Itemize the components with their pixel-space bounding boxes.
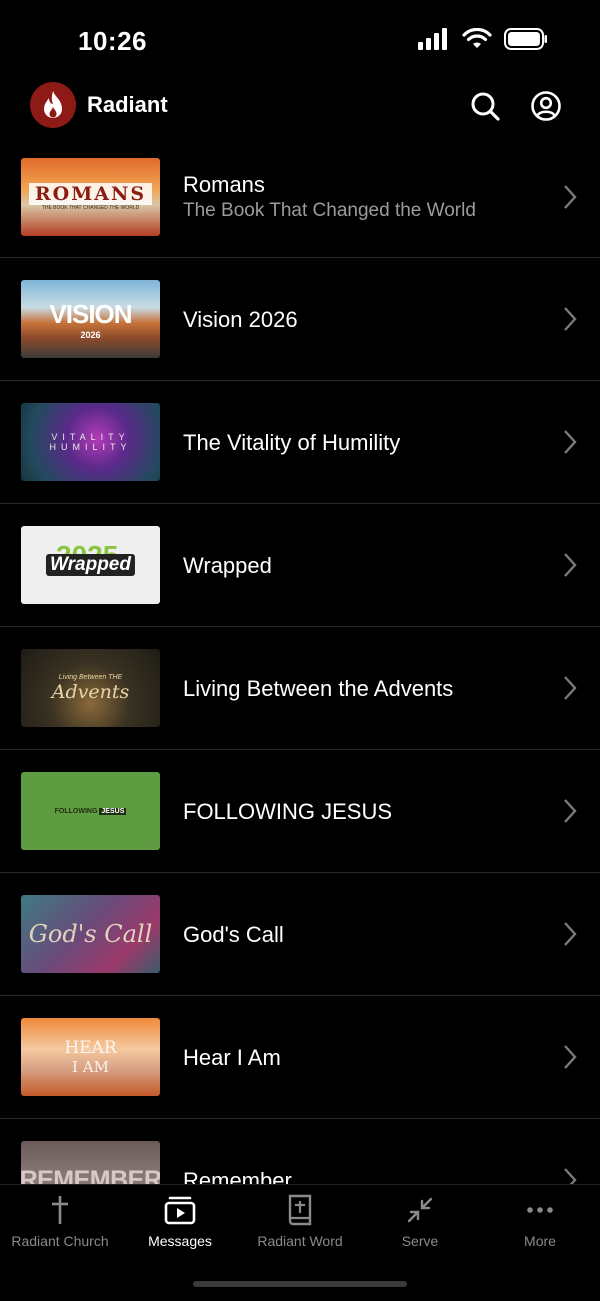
- series-thumbnail: God's Call: [21, 895, 160, 973]
- thumbnail-text: Advents: [51, 680, 130, 703]
- tab-label: More: [524, 1233, 556, 1249]
- series-title: Vision 2026: [183, 307, 298, 332]
- tab-label: Messages: [148, 1233, 212, 1249]
- chevron-right-icon: [564, 430, 577, 454]
- thumbnail-text: God's Call: [28, 920, 153, 948]
- series-row-romans[interactable]: ROMANS THE BOOK THAT CHANGED THE WORLD R…: [0, 136, 600, 258]
- series-thumbnail: FOLLOWING JESUS: [21, 772, 160, 850]
- tab-label: Serve: [401, 1233, 439, 1249]
- chevron-right-icon: [564, 922, 577, 946]
- series-title: FOLLOWING JESUS: [183, 799, 393, 824]
- chevron-right-icon: [564, 185, 577, 209]
- thumbnail-subtext: HUMILITY: [49, 442, 132, 452]
- series-title: Hear I Am: [183, 1045, 281, 1070]
- search-icon: [471, 92, 500, 121]
- status-icons: [418, 28, 548, 50]
- cellular-signal-icon: [418, 28, 447, 50]
- tab-more[interactable]: More: [480, 1193, 600, 1263]
- series-thumbnail: HEAR I AM: [21, 1018, 160, 1096]
- series-row-wrapped[interactable]: 2025 Wrapped Wrapped: [0, 504, 600, 627]
- series-thumbnail: Living Between THE Advents: [21, 649, 160, 727]
- chevron-right-icon: [564, 799, 577, 823]
- chevron-right-icon: [564, 1045, 577, 1069]
- series-row-living-between-the-advents[interactable]: Living Between THE Advents Living Betwee…: [0, 627, 600, 750]
- bible-icon: [288, 1194, 312, 1226]
- thumbnail-subtext: I AM: [72, 1058, 109, 1076]
- series-thumbnail: VISION 2026: [21, 280, 160, 358]
- tab-radiant-church[interactable]: Radiant Church: [0, 1193, 120, 1263]
- app-logo[interactable]: [30, 82, 76, 128]
- thumbnail-text: HEAR: [64, 1038, 117, 1058]
- series-thumbnail: ROMANS THE BOOK THAT CHANGED THE WORLD: [21, 158, 160, 236]
- thumbnail-subtext: JESUS: [99, 807, 127, 815]
- series-thumbnail: 2025 Wrapped: [21, 526, 160, 604]
- series-title: Living Between the Advents: [183, 676, 454, 701]
- series-row-hear-i-am[interactable]: HEAR I AM Hear I Am: [0, 996, 600, 1119]
- thumbnail-subtext: 2026: [80, 329, 101, 340]
- thumbnail-text: ROMANS: [28, 183, 153, 205]
- chevron-right-icon: [564, 553, 577, 577]
- cross-icon: [52, 1196, 68, 1224]
- series-row-vision-2026[interactable]: VISION 2026 Vision 2026: [0, 258, 600, 381]
- arrows-inward-icon: [407, 1197, 433, 1223]
- status-time: 10:26: [78, 26, 147, 56]
- series-thumbnail: VITALITY HUMILITY: [21, 403, 160, 481]
- flame-icon: [44, 91, 62, 118]
- series-title: The Vitality of Humility: [183, 430, 401, 455]
- thumbnail-text: FOLLOWING: [54, 807, 98, 815]
- account-button[interactable]: [530, 90, 562, 122]
- thumbnail-text: Wrapped: [46, 554, 135, 576]
- tab-label: Radiant Church: [11, 1233, 109, 1249]
- thumbnail-text: VISION: [49, 298, 132, 329]
- series-list[interactable]: ROMANS THE BOOK THAT CHANGED THE WORLD R…: [0, 136, 600, 1184]
- series-title: Romans: [183, 172, 265, 197]
- search-button[interactable]: [469, 90, 501, 122]
- thumbnail-text: VITALITY: [51, 432, 130, 442]
- series-row-remember[interactable]: REMEMBER Remember: [0, 1119, 600, 1184]
- chevron-right-icon: [564, 1168, 577, 1184]
- series-title: God's Call: [183, 922, 284, 947]
- tab-radiant-word[interactable]: Radiant Word: [240, 1193, 360, 1263]
- series-title: Remember: [183, 1168, 292, 1184]
- app-title: Radiant: [87, 92, 168, 117]
- wifi-icon: [462, 28, 492, 48]
- thumbnail-subtext: THE BOOK THAT CHANGED THE WORLD: [41, 205, 140, 211]
- play-video-icon: [164, 1196, 196, 1225]
- app-header: Radiant: [0, 80, 600, 136]
- series-subtitle: The Book That Changed the World: [183, 200, 476, 221]
- battery-icon: [504, 28, 547, 50]
- series-row-vitality-of-humility[interactable]: VITALITY HUMILITY The Vitality of Humili…: [0, 381, 600, 504]
- chevron-right-icon: [564, 307, 577, 331]
- tab-label: Radiant Word: [257, 1233, 343, 1249]
- status-bar: 10:26: [0, 0, 600, 80]
- series-row-following-jesus[interactable]: FOLLOWING JESUS FOLLOWING JESUS: [0, 750, 600, 873]
- account-icon: [531, 91, 561, 121]
- series-title: Wrapped: [183, 553, 272, 578]
- thumbnail-text: REMEMBER: [21, 1165, 160, 1185]
- series-thumbnail: REMEMBER: [21, 1141, 160, 1184]
- series-row-gods-call[interactable]: God's Call God's Call: [0, 873, 600, 996]
- home-indicator: [193, 1281, 407, 1287]
- thumbnail-subtext: Living Between THE: [58, 673, 123, 681]
- more-dots-icon: [527, 1207, 553, 1213]
- tab-serve[interactable]: Serve: [360, 1193, 480, 1263]
- chevron-right-icon: [564, 676, 577, 700]
- tab-messages[interactable]: Messages: [120, 1193, 240, 1263]
